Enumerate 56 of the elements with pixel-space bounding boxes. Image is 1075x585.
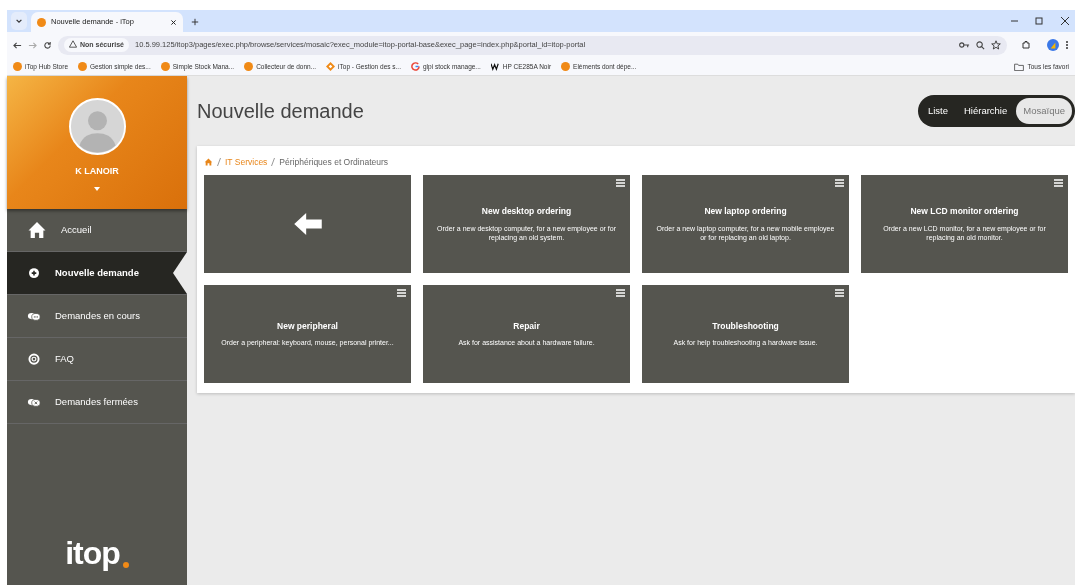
breadcrumb-current: Périphériques et Ordinateurs (279, 156, 389, 169)
view-mode-button[interactable]: Mosaïque (1016, 97, 1072, 125)
reload-icon[interactable] (43, 40, 52, 50)
breadcrumb-separator-icon (271, 158, 276, 167)
user-avatar-icon (68, 98, 126, 155)
tile-title: New peripheral (277, 319, 338, 333)
caret-icon[interactable] (94, 186, 100, 191)
new-tab-icon[interactable] (191, 18, 199, 26)
menu-icon[interactable] (616, 288, 625, 297)
tab-list-button[interactable] (11, 12, 27, 30)
favicon-icon (490, 62, 500, 71)
menu-icon[interactable] (835, 288, 844, 297)
profile-avatar-icon[interactable] (1047, 39, 1059, 51)
menu-icon[interactable] (835, 178, 844, 187)
menu-item[interactable]: Nouvelle demande (7, 252, 187, 295)
key-icon[interactable] (959, 41, 970, 49)
back-arrow-icon (292, 212, 323, 235)
tile-title: New laptop ordering (704, 204, 787, 218)
zoom-icon[interactable] (976, 40, 985, 50)
favicon-icon (411, 62, 420, 71)
favicon-icon (244, 62, 254, 71)
more-icon[interactable] (1065, 40, 1069, 50)
menu-item[interactable]: Demandes fermées (7, 381, 187, 424)
view-mode-button[interactable]: Hiérarchie (956, 97, 1015, 125)
breadcrumb-separator-icon (217, 158, 221, 167)
logo-text: itop (65, 534, 120, 573)
favicon-icon (78, 62, 87, 71)
warning-icon (69, 39, 77, 48)
close-icon[interactable] (170, 18, 177, 26)
plus-bubble-icon (27, 266, 41, 280)
tile-title: Repair (513, 319, 540, 333)
favicon-icon (561, 62, 571, 71)
view-mode-button[interactable]: Liste (920, 97, 955, 125)
window-controls-drawing (1011, 16, 1071, 26)
tile-title: New LCD monitor ordering (910, 204, 1019, 218)
service-tile[interactable] (204, 174, 411, 273)
menu-item[interactable]: FAQ (7, 338, 187, 381)
home-icon (27, 221, 47, 239)
menu-icon[interactable] (397, 288, 406, 297)
tile-title: New desktop ordering (481, 204, 572, 218)
tile-title: Troubleshooting (712, 319, 779, 333)
menu-icon[interactable] (616, 178, 625, 187)
menu-item[interactable]: Demandes en cours (7, 295, 187, 338)
folder-icon (1014, 62, 1025, 71)
star-icon[interactable] (991, 40, 1001, 50)
logo-dot-icon (122, 562, 129, 568)
menu-icon[interactable] (1054, 178, 1063, 187)
back-icon[interactable] (13, 40, 22, 50)
favicon-icon (326, 62, 336, 71)
favicon-icon (13, 62, 22, 71)
favicon-icon (37, 17, 46, 27)
chevron-down-icon (15, 17, 23, 26)
page-title: Nouvelle demande (197, 99, 364, 123)
home-icon[interactable] (204, 158, 213, 167)
favicon-icon (160, 62, 170, 71)
lifebuoy-icon (27, 352, 41, 366)
